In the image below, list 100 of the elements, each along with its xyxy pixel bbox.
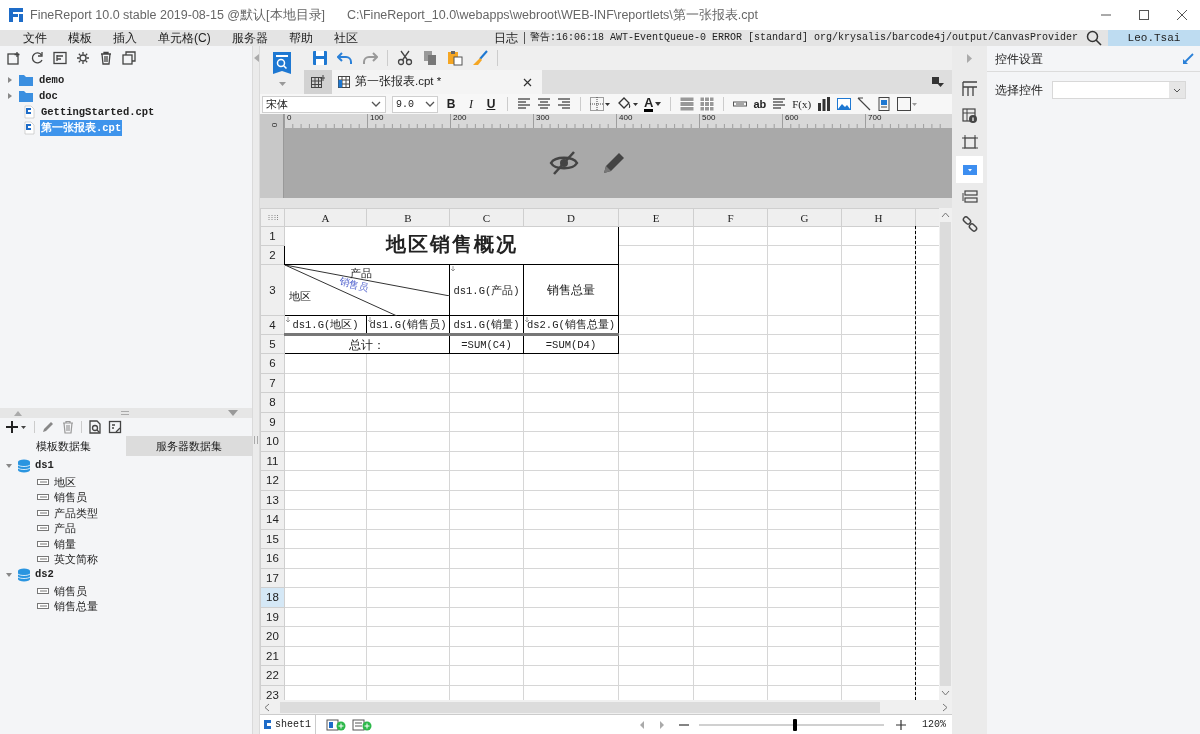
- next-icon[interactable]: [659, 720, 665, 729]
- save-icon[interactable]: [312, 50, 328, 66]
- dataset-field[interactable]: 产品类型: [54, 504, 98, 521]
- column-header[interactable]: A: [284, 208, 367, 227]
- undo-icon[interactable]: [337, 50, 353, 66]
- bar-chart-icon[interactable]: [817, 97, 832, 111]
- row-header[interactable]: 19: [260, 607, 285, 627]
- bold-button[interactable]: B: [444, 95, 458, 113]
- menu-item[interactable]: 单元格(C): [158, 30, 211, 46]
- zoom-in-icon[interactable]: [896, 719, 906, 730]
- row-header[interactable]: 14: [260, 509, 285, 529]
- file-tree-item[interactable]: GettingStarted.cpt: [40, 104, 156, 120]
- user-name[interactable]: Leo.Tsai: [1108, 30, 1200, 46]
- row-header[interactable]: 21: [260, 646, 285, 666]
- dataset-name[interactable]: ds2: [35, 567, 54, 583]
- menu-item[interactable]: 社区: [333, 30, 358, 46]
- pencil-icon[interactable]: [41, 420, 55, 434]
- row-header[interactable]: 8: [260, 392, 285, 412]
- row-header[interactable]: 22: [260, 665, 285, 685]
- dataset-field[interactable]: 产品: [54, 520, 76, 537]
- preview-icon[interactable]: [88, 420, 102, 434]
- scroll-up-icon[interactable]: [941, 212, 950, 218]
- fill-color-icon[interactable]: [616, 97, 638, 111]
- column-header[interactable]: G: [767, 208, 842, 227]
- cell-element-icon[interactable]: [877, 97, 892, 111]
- refresh-icon[interactable]: [30, 51, 44, 65]
- select-all-icon[interactable]: [267, 213, 278, 222]
- column-header[interactable]: B: [366, 208, 450, 227]
- dataset-field[interactable]: 销售员: [54, 489, 87, 506]
- add-report-sheet-icon[interactable]: [326, 718, 346, 731]
- add-folder-icon[interactable]: [7, 51, 21, 65]
- row-header[interactable]: 9: [260, 412, 285, 432]
- column-header[interactable]: D: [523, 208, 619, 227]
- row-header[interactable]: 7: [260, 373, 285, 393]
- italic-button[interactable]: I: [464, 95, 478, 113]
- split-cells-icon[interactable]: [700, 97, 715, 111]
- search-icon[interactable]: [1086, 30, 1102, 46]
- drag-handle-icon[interactable]: [121, 411, 129, 415]
- log-button[interactable]: 日志: [493, 29, 518, 47]
- scroll-left-icon[interactable]: [264, 702, 270, 712]
- scroll-down-icon[interactable]: [941, 690, 950, 696]
- dataset-field[interactable]: 销售员: [54, 582, 87, 599]
- horizontal-scrollbar[interactable]: [260, 700, 952, 714]
- font-family-select[interactable]: 宋体: [262, 95, 386, 113]
- dataset-field[interactable]: 销量: [54, 535, 76, 552]
- hidden-eye-icon[interactable]: [549, 151, 579, 175]
- row-header[interactable]: 18: [260, 587, 285, 607]
- link-icon[interactable]: [961, 215, 978, 232]
- drag-handle-icon[interactable]: [254, 436, 258, 444]
- paragraph-icon[interactable]: [772, 97, 787, 111]
- editor-tab[interactable]: 第一张报表.cpt *: [332, 70, 542, 94]
- pencil-icon[interactable]: [601, 150, 627, 176]
- cut-icon[interactable]: [397, 50, 413, 66]
- collapse-arrow-icon[interactable]: [5, 571, 13, 579]
- previous-icon[interactable]: [639, 720, 645, 729]
- vertical-scrollbar[interactable]: [939, 208, 952, 700]
- file-tree-item[interactable]: doc: [38, 88, 59, 104]
- row-header[interactable]: 3: [260, 264, 285, 316]
- new-sheet-button[interactable]: [304, 70, 332, 94]
- dataset-field[interactable]: 英文简称: [54, 551, 98, 568]
- formula-button[interactable]: F(x): [792, 95, 812, 113]
- menu-item[interactable]: 插入: [113, 30, 137, 46]
- row-header[interactable]: 6: [260, 353, 285, 373]
- menu-item[interactable]: 模板: [68, 30, 92, 46]
- template-preview-icon[interactable]: [272, 51, 292, 77]
- row-header[interactable]: 16: [260, 548, 285, 568]
- zoom-slider-thumb[interactable]: [793, 718, 798, 731]
- scroll-right-icon[interactable]: [942, 702, 948, 712]
- cell-border-icon[interactable]: [897, 97, 918, 111]
- menu-item[interactable]: 文件: [23, 30, 47, 46]
- trash-icon[interactable]: [99, 51, 113, 65]
- dataset-name[interactable]: ds1: [35, 458, 54, 474]
- row-header[interactable]: 12: [260, 470, 285, 490]
- copy-icon[interactable]: [422, 50, 438, 66]
- list-icon[interactable]: [961, 189, 978, 204]
- edit-dataset-icon[interactable]: [108, 420, 122, 434]
- menu-item[interactable]: 帮助: [288, 30, 313, 46]
- file-tree-item[interactable]: demo: [38, 72, 66, 88]
- row-header[interactable]: 15: [260, 529, 285, 549]
- font-size-select[interactable]: 9.0: [392, 95, 438, 113]
- paste-icon[interactable]: [447, 50, 463, 66]
- row-header[interactable]: 10: [260, 431, 285, 451]
- align-left-icon[interactable]: [517, 97, 531, 111]
- menu-item[interactable]: 服务器: [231, 30, 268, 46]
- cell-attribute-icon[interactable]: [961, 80, 978, 97]
- dataset-field[interactable]: 销售总量: [54, 598, 98, 615]
- maximize-icon[interactable]: [1138, 9, 1150, 21]
- border-icon[interactable]: [590, 97, 610, 111]
- document-icon[interactable]: [53, 51, 67, 65]
- caret-icon[interactable]: [278, 82, 286, 86]
- underline-button[interactable]: U: [484, 95, 498, 113]
- collapse-arrow-icon[interactable]: [5, 462, 13, 470]
- collapse-arrow-icon[interactable]: [1182, 52, 1194, 65]
- align-center-icon[interactable]: [537, 97, 551, 111]
- add-icon[interactable]: [6, 420, 28, 434]
- redo-icon[interactable]: [362, 50, 378, 66]
- close-icon[interactable]: [523, 77, 532, 87]
- cell-info-icon[interactable]: [961, 107, 978, 124]
- column-header[interactable]: C: [449, 208, 524, 227]
- frame-icon[interactable]: [961, 134, 978, 151]
